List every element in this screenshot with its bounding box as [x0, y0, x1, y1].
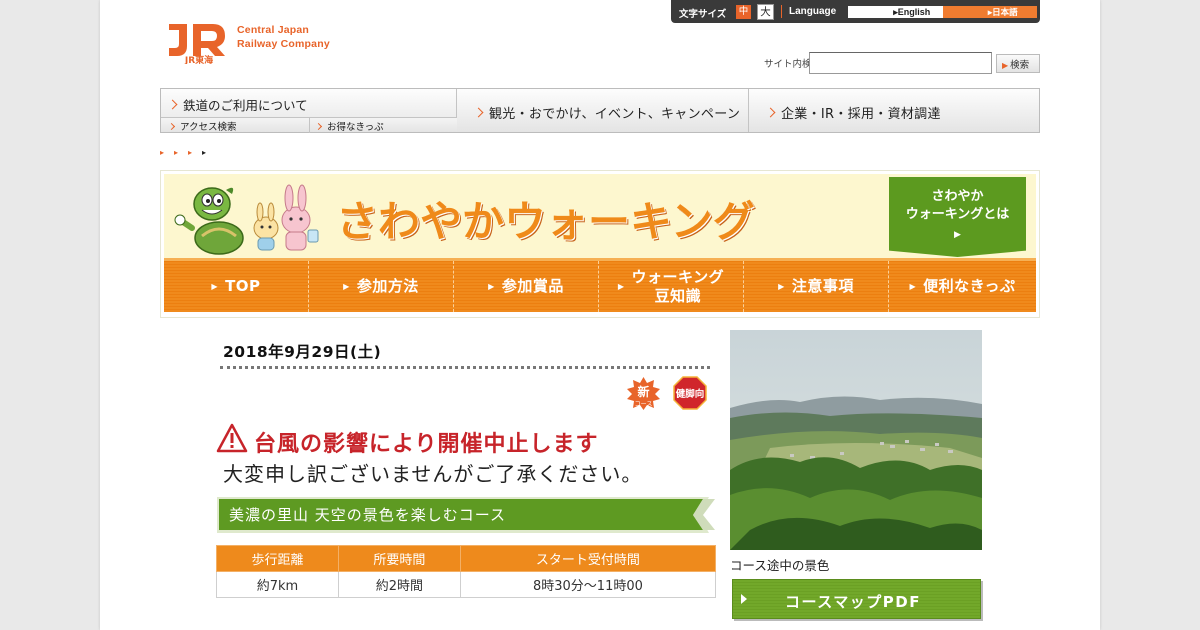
about-line1: さわやか — [931, 189, 984, 204]
english-button[interactable]: ▸ English — [848, 6, 943, 18]
badge-new-subtext: コース — [635, 401, 653, 408]
jr-central-logo[interactable]: JR東海 Central Japan Railway Company — [165, 16, 355, 66]
english-label: English — [897, 7, 931, 17]
new-course-badge: 新 コース — [627, 377, 660, 410]
walking-nav-tickets[interactable]: ▶ 便利なきっぷ — [889, 261, 1036, 312]
course-title-bar: 美濃の里山 天空の景色を楽しむコース — [217, 497, 717, 533]
warning-icon — [216, 423, 248, 453]
breadcrumb-item[interactable]: ▸ — [160, 148, 174, 157]
value-start-time: 8時30分～11時00 — [459, 571, 717, 598]
header-duration: 所要時間 — [337, 545, 461, 572]
breadcrumb: ▸▸▸▸ — [160, 148, 216, 157]
walking-nav: ▶ TOP ▶ 参加方法 ▶ 参加賞品 ▶ ウォーキング 豆知識 ▶ 注意事項 ▶ 便利なきっ… — [164, 258, 1036, 312]
apology-message: 大変申し訳ございませんがご了承ください。 — [223, 462, 643, 486]
search-button-label: 検索 — [1010, 59, 1030, 71]
utility-bar: 文字サイズ 中 大 Language ▸ English ▸ 日本語 — [671, 0, 1040, 23]
chevron-right-icon — [473, 107, 484, 118]
value-duration: 約2時間 — [337, 571, 461, 598]
play-icon: ▶ — [343, 282, 350, 291]
jr-logo-icon: JR東海 — [169, 24, 225, 64]
nav-rail: 鉄道のご利用について アクセス検索 お得なきっぷ — [161, 89, 457, 133]
course-scenery-photo — [730, 330, 982, 550]
event-date: 2018年9月29日(土) — [223, 343, 382, 361]
arrow-icon: ▶ — [1002, 60, 1009, 70]
nav-rail-link[interactable]: 鉄道のご利用について — [167, 95, 308, 114]
search-button[interactable]: ▶ 検索 — [996, 54, 1040, 73]
play-icon — [741, 594, 747, 604]
chevron-right-icon — [765, 107, 776, 118]
table-row: 約7km 約2時間 8時30分～11時00 — [216, 571, 717, 598]
about-walking-button[interactable]: さわやか ウォーキングとは ▶ — [889, 177, 1026, 257]
value-distance: 約7km — [216, 571, 339, 598]
mascot-illustration — [174, 184, 319, 255]
walking-nav-tips[interactable]: ▶ ウォーキング 豆知識 — [599, 261, 744, 312]
font-size-medium-button[interactable]: 中 — [736, 5, 751, 19]
course-info-table: 歩行距離 所要時間 スタート受付時間 約7km 約2時間 8時30分～11時00 — [216, 545, 717, 598]
play-icon: ▶ — [211, 282, 219, 291]
banner-header: さわやかウォーキング さわやか ウォーキングとは ▶ — [164, 174, 1036, 260]
logo-text: JR東海 — [184, 54, 213, 64]
banner-title: さわやかウォーキング — [336, 197, 755, 246]
nav-tourism[interactable]: 観光・おでかけ、イベント、キャンペーン — [457, 89, 749, 132]
healthy-legs-badge: 健脚向 — [673, 376, 707, 410]
global-nav: 鉄道のご利用について アクセス検索 お得なきっぷ 観光・おでかけ、イベント、キャ… — [160, 88, 1040, 133]
access-search-link[interactable]: アクセス検索 — [167, 119, 237, 133]
language-label: Language — [789, 6, 837, 17]
photo-caption: コース途中の景色 — [730, 558, 830, 573]
header-distance: 歩行距離 — [216, 545, 339, 572]
company-line1: Central Japan — [237, 24, 310, 36]
search-input[interactable] — [809, 52, 992, 74]
badge-health-text: 健脚向 — [676, 388, 705, 400]
chevron-right-icon — [167, 99, 178, 110]
breadcrumb-item[interactable]: ▸ — [188, 148, 202, 157]
discount-tickets-link[interactable]: お得なきっぷ — [309, 118, 384, 133]
about-line2: ウォーキングとは — [905, 207, 1010, 222]
course-map-pdf-button[interactable]: コースマップPDF — [730, 577, 983, 621]
divider — [781, 5, 782, 18]
play-icon: ▶ — [954, 230, 961, 240]
play-icon: ▶ — [778, 282, 785, 291]
breadcrumb-item[interactable]: ▸ — [174, 148, 188, 157]
font-size-label: 文字サイズ — [679, 9, 727, 20]
header-start-time: スタート受付時間 — [459, 545, 717, 572]
breadcrumb-current: ▸ — [202, 148, 217, 157]
play-icon: ▶ — [488, 282, 495, 291]
sawayaka-walking-banner: さわやかウォーキング さわやか ウォーキングとは ▶ ▶ TOP ▶ 参加方法 ▶ 参… — [160, 170, 1040, 318]
walking-nav-prizes[interactable]: ▶ 参加賞品 — [454, 261, 599, 312]
badge-new-text: 新 — [637, 384, 649, 399]
dotted-divider — [220, 366, 710, 369]
font-size-large-button[interactable]: 大 — [757, 4, 774, 20]
nav-tourism-label: 観光・おでかけ、イベント、キャンペーン — [489, 107, 741, 122]
course-title: 美濃の里山 天空の景色を楽しむコース — [229, 506, 507, 524]
walking-nav-top[interactable]: ▶ TOP — [164, 261, 309, 312]
walking-nav-how-to-join[interactable]: ▶ 参加方法 — [309, 261, 454, 312]
nav-corporate[interactable]: 企業・IR・採用・資材調達 — [749, 89, 1040, 132]
play-icon: ▶ — [909, 282, 917, 291]
japanese-button[interactable]: ▸ 日本語 — [943, 6, 1037, 18]
pdf-button-label: コースマップPDF — [785, 593, 921, 611]
nav-rail-subrow: アクセス検索 お得なきっぷ — [161, 117, 457, 133]
company-name: Central Japan Railway Company — [237, 23, 330, 51]
japanese-label: 日本語 — [992, 7, 1018, 17]
chevron-right-icon — [314, 122, 323, 131]
table-header-row: 歩行距離 所要時間 スタート受付時間 — [216, 545, 717, 572]
walking-nav-cautions[interactable]: ▶ 注意事項 — [744, 261, 889, 312]
chevron-right-icon — [167, 122, 176, 131]
play-icon: ▶ — [617, 282, 625, 291]
cancel-message: 台風の影響により開催中止します — [254, 432, 599, 457]
company-line2: Railway Company — [237, 38, 330, 50]
nav-corporate-label: 企業・IR・採用・資材調達 — [781, 107, 941, 122]
page: JR東海 Central Japan Railway Company 文字サイズ… — [100, 0, 1100, 630]
